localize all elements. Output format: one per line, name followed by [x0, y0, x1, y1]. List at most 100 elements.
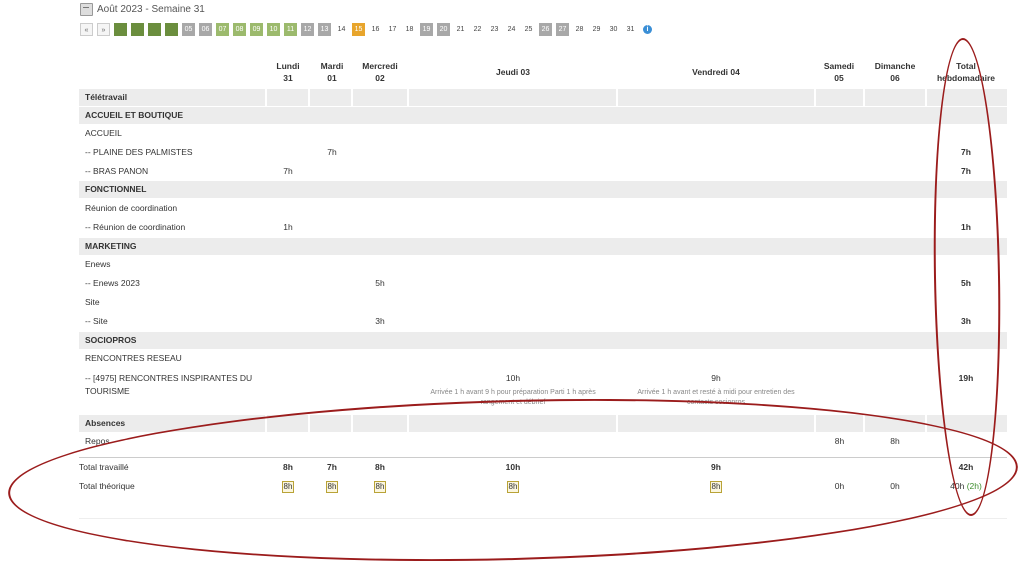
day-chip[interactable]: 06 — [199, 22, 212, 36]
week-title: Août 2023 - Semaine 31 — [97, 3, 205, 15]
day-chip[interactable]: 20 — [437, 22, 450, 36]
day-chip[interactable]: 27 — [556, 22, 569, 36]
cell-vendredi[interactable]: 9h — [618, 370, 814, 387]
subsection-row-reunion: Réunion de coordination — [79, 200, 1007, 217]
col-header-dimanche: Dimanche 06 — [865, 60, 925, 84]
col-day-num: 02 — [375, 73, 385, 83]
task-row-reunion: -- Réunion de coordination 1h 1h — [79, 219, 1007, 236]
day-chip[interactable]: 08 — [233, 22, 246, 36]
day-chip[interactable]: 30 — [607, 23, 620, 36]
next-week-button[interactable]: » — [97, 22, 110, 36]
col-day-name: Mercredi — [362, 61, 398, 71]
subsection-label: ACCUEIL — [85, 128, 122, 138]
task-label: -- Enews 2023 — [85, 278, 140, 288]
day-chip[interactable] — [114, 22, 127, 36]
day-chip[interactable] — [148, 22, 161, 36]
task-label: -- Site — [85, 316, 108, 326]
subsection-label: Site — [85, 297, 100, 307]
day-chip[interactable]: 17 — [386, 23, 399, 36]
day-chip[interactable]: 10 — [267, 22, 280, 36]
day-chip[interactable]: 12 — [301, 22, 314, 36]
subsection-row-site: Site — [79, 294, 1007, 311]
section-row-teletravail: Télétravail — [79, 89, 1007, 106]
day-chip[interactable]: 26 — [539, 22, 552, 36]
col-header-vendredi: Vendredi 04 — [618, 66, 814, 78]
day-chip[interactable]: 19 — [420, 22, 433, 36]
section-row-sociopros: SOCIOPROS — [79, 332, 1007, 349]
day-chip[interactable]: 24 — [505, 23, 518, 36]
col-day-name: Lundi — [276, 61, 300, 71]
day-chip[interactable]: 05 — [182, 22, 195, 36]
cell-mercredi[interactable]: 3h — [354, 313, 406, 330]
section-row-fonctionnel: FONCTIONNEL — [79, 181, 1007, 198]
section-label: ACCUEIL ET BOUTIQUE — [85, 110, 184, 120]
day-chip[interactable] — [165, 22, 178, 36]
col-day-name: Jeudi 03 — [495, 67, 531, 77]
col-day-name: Samedi — [823, 61, 855, 71]
section-label: SOCIOPROS — [85, 335, 137, 345]
prev-week-button[interactable]: « — [80, 22, 93, 36]
day-chip[interactable]: 07 — [216, 22, 229, 36]
task-label-line: -- [4975] RENCONTRES INSPIRANTES DU — [85, 373, 253, 383]
cell-mardi[interactable]: 7h — [312, 144, 352, 161]
col-day-num: 06 — [890, 73, 900, 83]
col-header-jeudi: Jeudi 03 — [410, 66, 616, 78]
cell-lundi[interactable]: 1h — [268, 219, 308, 236]
cell-jeudi[interactable]: 10h — [410, 370, 616, 387]
week-header: Août 2023 - Semaine 31 — [80, 2, 205, 16]
day-picker: « » 05 06 07 08 09 10 11 12 13 14 15 16 17 18 19 20 21 22… — [80, 21, 652, 37]
day-chip[interactable]: 13 — [318, 22, 331, 36]
day-chip[interactable]: 11 — [284, 22, 297, 36]
subsection-row-accueil: ACCUEIL — [79, 125, 1007, 142]
col-day-num: 05 — [834, 73, 844, 83]
task-row-plaine: -- PLAINE DES PALMISTES 7h 7h — [79, 144, 1007, 161]
section-label: Absences — [85, 418, 126, 428]
task-row-site: -- Site 3h 3h — [79, 313, 1007, 330]
day-chip[interactable]: 18 — [403, 23, 416, 36]
day-chip[interactable]: 31 — [624, 23, 637, 36]
calendar-icon[interactable] — [80, 2, 93, 16]
day-chip[interactable]: 21 — [454, 23, 467, 36]
day-chip[interactable]: 15 — [352, 22, 365, 36]
subsection-label: Enews — [85, 259, 111, 269]
subsection-row-rencontres: RENCONTRES RESEAU — [79, 350, 1007, 367]
task-row-bras-panon: -- BRAS PANON 7h 7h — [79, 163, 1007, 180]
col-header-samedi: Samedi 05 — [816, 60, 862, 84]
task-label: -- BRAS PANON — [85, 166, 149, 176]
section-row-accueil: ACCUEIL ET BOUTIQUE — [79, 107, 1007, 124]
section-row-marketing: MARKETING — [79, 238, 1007, 255]
subsection-row-enews: Enews — [79, 256, 1007, 273]
day-chip[interactable]: 25 — [522, 23, 535, 36]
day-chip[interactable]: 09 — [250, 22, 263, 36]
task-label: -- Réunion de coordination — [85, 222, 186, 232]
cell-lundi[interactable]: 7h — [268, 163, 308, 180]
task-label: -- PLAINE DES PALMISTES — [85, 147, 193, 157]
task-label: -- [4975] RENCONTRES INSPIRANTES DU TOUR… — [85, 372, 252, 398]
comment-line: Arrivée 1 h avant et resté à midi pour e… — [637, 389, 795, 396]
col-header-mardi: Mardi 01 — [312, 60, 352, 84]
task-row-enews: -- Enews 2023 5h 5h — [79, 275, 1007, 292]
section-label: MARKETING — [85, 241, 137, 251]
day-chip[interactable]: 22 — [471, 23, 484, 36]
subsection-label: RENCONTRES RESEAU — [85, 353, 182, 363]
col-day-num: 01 — [327, 73, 337, 83]
col-header-lundi: Lundi 31 — [268, 60, 308, 84]
subsection-label: Réunion de coordination — [85, 203, 178, 213]
section-label: FONCTIONNEL — [85, 184, 147, 194]
col-header-mercredi: Mercredi 02 — [354, 60, 406, 84]
cell-mercredi[interactable]: 5h — [354, 275, 406, 292]
col-day-name: Dimanche — [874, 61, 916, 71]
col-day-name: Vendredi 04 — [692, 67, 740, 77]
day-chip[interactable] — [131, 22, 144, 36]
col-day-name: Mardi — [320, 61, 344, 71]
day-chip[interactable]: 14 — [335, 23, 348, 36]
comment-line: Arrivée 1 h avant 9 h pour préparation P… — [430, 389, 596, 396]
info-icon[interactable]: i — [643, 24, 652, 34]
col-day-num: 31 — [283, 73, 293, 83]
day-chip[interactable]: 23 — [488, 23, 501, 36]
task-label-line: TOURISME — [85, 386, 130, 396]
day-chip[interactable]: 29 — [590, 23, 603, 36]
section-label: Télétravail — [85, 92, 128, 102]
day-chip[interactable]: 16 — [369, 23, 382, 36]
day-chip[interactable]: 28 — [573, 23, 586, 36]
